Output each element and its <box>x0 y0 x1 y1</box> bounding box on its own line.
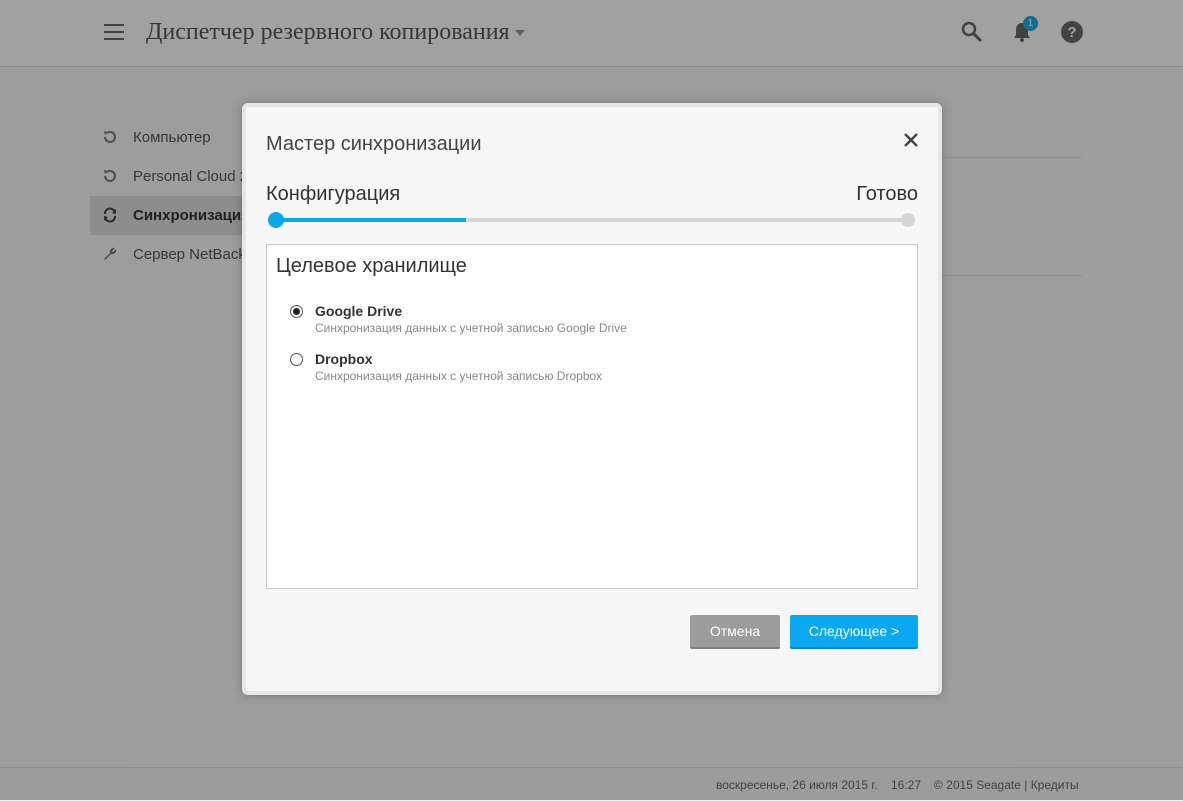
google-drive-radio[interactable] <box>290 305 303 318</box>
wizard-progress-bar <box>276 218 908 222</box>
option-description: Синхронизация данных с учетной записью D… <box>315 369 603 383</box>
dialog-title: Мастер синхронизации <box>266 133 482 155</box>
step-start-marker <box>268 212 284 228</box>
option-name: Dropbox <box>315 351 373 367</box>
sync-wizard-dialog: Мастер синхронизации Конфигурация Готово… <box>242 103 942 695</box>
close-icon[interactable] <box>902 131 920 149</box>
step-end-marker <box>901 213 915 227</box>
step-current-label: Конфигурация <box>266 183 401 205</box>
target-storage-panel: Целевое хранилище Google Drive Синхрониз… <box>266 244 918 589</box>
progress-fill <box>276 218 466 222</box>
cancel-button[interactable]: Отмена <box>690 615 780 649</box>
option-description: Синхронизация данных с учетной записью G… <box>315 321 627 335</box>
next-button[interactable]: Следующее > <box>790 615 918 649</box>
panel-title: Целевое хранилище <box>276 255 467 277</box>
dropbox-radio[interactable] <box>290 353 303 366</box>
option-name: Google Drive <box>315 303 403 319</box>
step-final-label: Готово <box>856 183 918 205</box>
